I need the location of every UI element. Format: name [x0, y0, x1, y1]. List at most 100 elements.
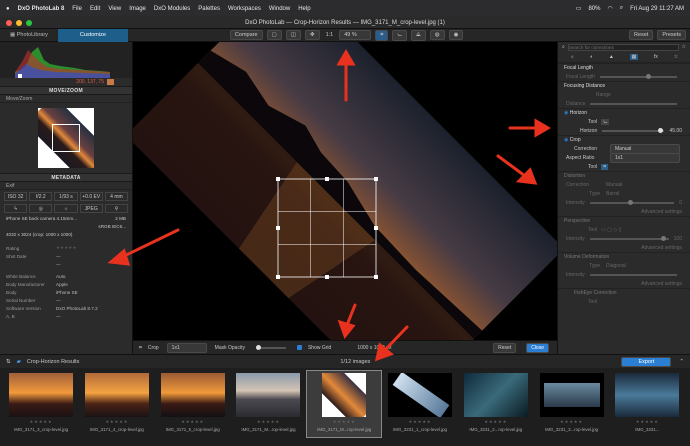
menu-help[interactable]: Help — [298, 6, 310, 12]
corrections-search-input[interactable] — [567, 43, 679, 51]
main-toolbar: ▦ PhotoLibrary Customize Compare ▢ ◫ ✥ 1… — [0, 28, 690, 42]
local-adjust-icon[interactable]: ◍ — [429, 30, 445, 40]
single-view-icon[interactable]: ▢ — [266, 30, 282, 40]
menu-view[interactable]: View — [108, 6, 121, 12]
crop-tool-button[interactable]: ⌗ — [601, 163, 609, 170]
split-view-icon[interactable]: ◫ — [285, 30, 301, 40]
focal-length-section[interactable]: Focal Length — [558, 63, 690, 72]
thumbnail[interactable]: ★★★★★ IMG_3171_3_crop-level.jpg — [4, 371, 78, 437]
show-grid-checkbox[interactable] — [296, 345, 302, 350]
perspective-intensity-value[interactable]: 100 — [674, 236, 682, 242]
image-viewer[interactable] — [133, 42, 557, 340]
horizon-value[interactable]: 45.00 — [669, 128, 682, 134]
minimize-window-button[interactable] — [16, 20, 22, 26]
zoom-select[interactable]: 49 % — [339, 30, 372, 40]
perspective-tools[interactable]: ▭ ▢ ◇ ▯ — [601, 227, 621, 233]
move-zoom-header[interactable]: MOVE/ZOOM — [0, 86, 132, 95]
meta-row[interactable]: Rating ★★★★★ — [0, 244, 132, 252]
filmstrip[interactable]: ★★★★★ IMG_3171_3_crop-level.jpg ★★★★★ IMG_… — [0, 368, 690, 446]
thumbnail[interactable]: ★★★★★ IMG_3171_M...rop-level.jpg — [231, 371, 305, 437]
volume-type-select[interactable]: Diagonal — [606, 263, 626, 269]
crop-ratio-select[interactable]: 1x1 — [166, 342, 207, 353]
compare-button[interactable]: Compare — [229, 30, 263, 40]
volume-deformation-section[interactable]: Volume Deformation — [558, 252, 690, 261]
volume-intensity-slider[interactable] — [589, 273, 677, 276]
tab-photolibrary[interactable]: ▦ PhotoLibrary — [0, 29, 58, 42]
horizon-section[interactable]: ◉ Horizon — [558, 108, 690, 117]
thumbnail[interactable]: ★★★★★ IMG_3231_3...rop-level.jpg — [534, 371, 608, 437]
fisheye-section[interactable]: FishEye Correction — [558, 288, 690, 297]
meta-row[interactable]: Shot Date — ✎ — [0, 252, 132, 260]
edit-date-icon[interactable]: ✎ — [122, 253, 126, 259]
advanced-settings-link[interactable]: Advanced settings — [641, 245, 682, 251]
search-icon[interactable]: ⌕ — [620, 5, 623, 12]
presets-button[interactable]: Presets — [657, 30, 686, 40]
zoom-window-button[interactable] — [26, 20, 32, 26]
aspect-ratio-select[interactable]: 1x1 — [610, 152, 680, 163]
favorite-icon[interactable]: ☆ — [674, 54, 678, 60]
distance-slider[interactable] — [590, 102, 677, 105]
crop-section[interactable]: ◉ Crop — [558, 135, 690, 144]
distortion-type-select[interactable]: Barrel — [606, 191, 619, 197]
perspective-section[interactable]: Perspective — [558, 216, 690, 225]
menu-dxo-modules[interactable]: DxO Modules — [154, 6, 190, 12]
horizon-tool-icon[interactable]: ⦦ — [392, 29, 407, 41]
apple-icon[interactable]: ● — [6, 6, 10, 12]
horizon-slider[interactable] — [602, 127, 665, 133]
thumbnail[interactable]: ★★★★★ IMG_3231... — [610, 371, 684, 437]
ratio-label[interactable]: 1:1 — [326, 32, 334, 38]
move-zoom-subheader[interactable]: Move/Zoom — [0, 95, 132, 103]
battery-icon[interactable]: ▭ — [576, 5, 582, 12]
mask-opacity-slider[interactable] — [255, 344, 286, 350]
clock[interactable]: Fri Aug 29 11:27 AM — [630, 6, 684, 12]
light-tab-icon[interactable]: ☼ — [570, 54, 575, 60]
menu-workspaces[interactable]: Workspaces — [228, 6, 261, 12]
crop-close-button[interactable]: Close — [526, 342, 549, 353]
exif-subheader[interactable]: Exif — [0, 182, 132, 190]
close-window-button[interactable] — [6, 20, 12, 26]
effects-tab-icon[interactable]: fx — [654, 54, 658, 60]
app-menu[interactable]: DxO PhotoLab 8 — [18, 6, 65, 12]
distortion-section[interactable]: Distortion — [558, 171, 690, 180]
distortion-intensity-slider[interactable] — [589, 199, 675, 205]
eye-icon[interactable]: ◉ — [448, 30, 464, 40]
menu-file[interactable]: File — [72, 6, 82, 12]
distortion-correction-select[interactable]: Manual — [606, 182, 622, 188]
thumbnail[interactable]: ★★★★★ IMG_3171_4_crop-level.jpg — [80, 371, 154, 437]
expand-icon[interactable]: ⌃ — [679, 359, 684, 365]
detail-tab-icon[interactable]: ▲ — [609, 54, 614, 60]
move-zoom-navigator[interactable] — [0, 103, 132, 173]
menu-image[interactable]: Image — [129, 6, 146, 12]
menu-palettes[interactable]: Palettes — [198, 6, 220, 12]
reset-button[interactable]: Reset — [628, 30, 654, 40]
crop-reset-button[interactable]: Reset — [493, 342, 517, 353]
perspective-intensity-slider[interactable] — [589, 235, 669, 241]
color-tab-icon[interactable]: ◐ — [590, 54, 593, 60]
menu-window[interactable]: Window — [269, 6, 290, 12]
distortion-intensity-value[interactable]: 0 — [679, 200, 682, 206]
thumbnail[interactable]: ★★★★★ IMG_3231_1_crop-level.jpg — [383, 371, 457, 437]
thumbnail[interactable]: ★★★★★ IMG_3231_2...rop-level.jpg — [459, 371, 533, 437]
tab-customize[interactable]: Customize — [57, 28, 128, 42]
thumbnail-selected[interactable]: ★★★★★ IMG_3171_M...rop-level.jpg — [306, 370, 383, 438]
advanced-settings-link[interactable]: Advanced settings — [641, 209, 682, 215]
rating-stars[interactable]: ★★★★★ — [56, 245, 77, 251]
focal-length-slider[interactable] — [599, 73, 677, 79]
shadow-clip-icon[interactable] — [18, 74, 22, 78]
advanced-settings-link[interactable]: Advanced settings — [641, 281, 682, 287]
geometry-tab-icon[interactable]: ▦ — [629, 54, 639, 60]
folder-name[interactable]: Crop-Horizon Results — [27, 359, 80, 365]
menu-edit[interactable]: Edit — [90, 6, 100, 12]
export-button[interactable]: Export — [621, 356, 672, 367]
perspective-tool-icon[interactable]: ⟁ — [410, 29, 426, 41]
fit-icon[interactable]: ✥ — [304, 30, 320, 40]
photo-canvas[interactable] — [133, 42, 557, 340]
thumbnail[interactable]: ★★★★★ IMG_3171_5_crop-level.jpg — [156, 371, 230, 437]
wifi-icon[interactable]: ◠ — [607, 5, 612, 12]
metadata-header[interactable]: METADATA — [0, 173, 132, 182]
horizon-tool-button[interactable]: ⦦ — [601, 118, 610, 125]
focusing-distance-section[interactable]: Focusing Distance — [558, 81, 690, 90]
sort-icon[interactable]: ⇅ — [6, 359, 11, 365]
star-icon[interactable]: ☆ — [682, 44, 686, 50]
crop-tool-icon[interactable]: ⌗ — [375, 29, 389, 41]
